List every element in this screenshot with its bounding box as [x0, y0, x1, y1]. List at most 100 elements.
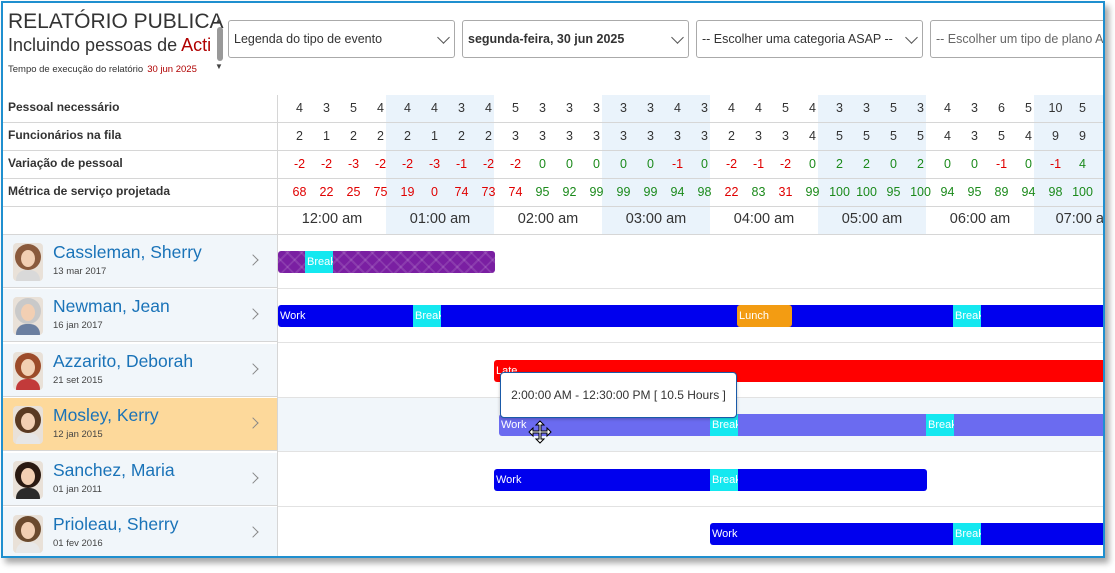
hour-label: 07:00 a [1055, 211, 1104, 227]
metric-label-service: Métrica de serviço projetada [8, 184, 171, 198]
required-cell: 10 [1048, 101, 1063, 115]
queue-cell: 2 [377, 129, 384, 143]
break-event-bar[interactable]: Break [953, 523, 981, 545]
date-value: segunda-feira, 30 jun 2025 [468, 32, 625, 46]
execution-time: Tempo de execução do relatório 30 jun 202… [8, 64, 197, 75]
scroll-up-icon[interactable]: ▲ [215, 15, 223, 24]
lunch-event-bar[interactable]: Lunch [737, 305, 792, 327]
employee-item[interactable]: Newman, Jean 16 jan 2017 [3, 289, 277, 342]
chevron-right-icon[interactable] [247, 472, 259, 484]
employee-item[interactable]: Azzarito, Deborah 21 set 2015 [3, 344, 277, 397]
required-cell: 3 [971, 101, 978, 115]
break-event-bar[interactable]: Break [710, 469, 738, 491]
required-cell: 4 [296, 101, 303, 115]
break-event-bar[interactable]: Break [305, 251, 333, 273]
metric-label-queue: Funcionários na fila [8, 128, 122, 142]
queue-cell: 5 [890, 129, 897, 143]
hour-label: 04:00 am [733, 211, 795, 227]
variance-cell: 0 [566, 157, 573, 171]
queue-cell: 3 [539, 129, 546, 143]
variance-cell: 2 [836, 157, 843, 171]
employee-item[interactable]: Prioleau, Sherry 01 fev 2016 [3, 507, 277, 556]
chevron-right-icon[interactable] [247, 526, 259, 538]
queue-cell: 2 [296, 129, 303, 143]
chevron-right-icon[interactable] [247, 417, 259, 429]
service-cell: 83 [751, 185, 766, 199]
employee-name[interactable]: Azzarito, Deborah [53, 351, 193, 372]
variance-cell: -2 [779, 157, 792, 171]
queue-cell: 5 [863, 129, 870, 143]
variance-cell: -2 [293, 157, 306, 171]
service-cell: 99 [589, 185, 604, 199]
avatar-face [21, 359, 35, 376]
service-cell: 22 [724, 185, 739, 199]
header-scrollbar[interactable]: ▲ ▼ [215, 15, 225, 73]
variance-cell: 0 [944, 157, 951, 171]
break-event-bar[interactable]: Break [413, 305, 441, 327]
avatar-face [21, 522, 35, 539]
service-cell: 98 [1048, 185, 1063, 199]
employee-item[interactable]: Mosley, Kerry 12 jan 2015 [3, 398, 277, 451]
avatar-shirt [16, 324, 40, 335]
event-legend-value: Legenda do tipo de evento [234, 32, 383, 46]
asap-category-dropdown[interactable]: -- Escolher uma categoria ASAP -- [696, 20, 923, 58]
employee-item[interactable]: Sanchez, Maria 01 jan 2011 [3, 453, 277, 506]
employee-name[interactable]: Sanchez, Maria [53, 460, 175, 481]
queue-cell: 3 [647, 129, 654, 143]
required-cell: 4 [755, 101, 762, 115]
employee-name[interactable]: Cassleman, Sherry [53, 242, 202, 263]
queue-cell: 3 [971, 129, 978, 143]
variance-cell: -2 [374, 157, 387, 171]
employee-start-date: 13 mar 2017 [53, 266, 107, 277]
event-legend-dropdown[interactable]: Legenda do tipo de evento [228, 20, 455, 58]
plan-type-value: -- Escolher um tipo de plano ASAP -- [936, 32, 1104, 46]
report-window: RELATÓRIO PUBLICA Incluindo pessoas de A… [1, 1, 1105, 558]
required-cell: 3 [647, 101, 654, 115]
avatar [13, 461, 43, 499]
required-cell: 5 [890, 101, 897, 115]
required-cell: 3 [458, 101, 465, 115]
variance-cell: 2 [917, 157, 924, 171]
scroll-thumb[interactable] [217, 27, 223, 61]
variance-cell: -1 [995, 157, 1008, 171]
service-cell: 74 [454, 185, 469, 199]
execution-date: 30 jun 2025 [147, 64, 197, 75]
queue-cell: 1 [323, 129, 330, 143]
service-cell: 100 [1072, 185, 1093, 199]
queue-cell: 4 [809, 129, 816, 143]
employee-name[interactable]: Prioleau, Sherry [53, 514, 178, 535]
queue-cell: 4 [944, 129, 951, 143]
required-cell: 5 [512, 101, 519, 115]
plan-type-dropdown[interactable]: -- Escolher um tipo de plano ASAP -- [930, 20, 1104, 58]
metric-label-variance: Variação de pessoal [8, 156, 123, 170]
chevron-down-icon [437, 31, 450, 44]
chevron-right-icon[interactable] [247, 308, 259, 320]
variance-cell: 0 [593, 157, 600, 171]
queue-cell: 5 [917, 129, 924, 143]
service-cell: 89 [994, 185, 1009, 199]
variance-cell: 0 [809, 157, 816, 171]
grid-line [3, 206, 1103, 207]
service-cell: 25 [346, 185, 361, 199]
employee-item[interactable]: Cassleman, Sherry 13 mar 2017 [3, 235, 277, 288]
queue-cell: 2 [458, 129, 465, 143]
scroll-down-icon[interactable]: ▼ [215, 62, 223, 71]
hour-label: 03:00 am [625, 211, 687, 227]
break-event-bar[interactable]: Break [926, 414, 954, 436]
employee-name[interactable]: Newman, Jean [53, 296, 170, 317]
chevron-right-icon[interactable] [247, 363, 259, 375]
employee-name[interactable]: Mosley, Kerry [53, 405, 159, 426]
queue-cell: 3 [620, 129, 627, 143]
variance-cell: 0 [620, 157, 627, 171]
chevron-right-icon[interactable] [247, 254, 259, 266]
required-cell: 4 [809, 101, 816, 115]
work-event-bar[interactable]: Work [710, 523, 1103, 545]
required-cell: 4 [944, 101, 951, 115]
variance-cell: 2 [863, 157, 870, 171]
date-dropdown[interactable]: segunda-feira, 30 jun 2025 [462, 20, 689, 58]
service-cell: 31 [778, 185, 793, 199]
required-cell: 3 [863, 101, 870, 115]
break-event-bar[interactable]: Break [953, 305, 981, 327]
avatar [13, 406, 43, 444]
hour-label: 06:00 am [949, 211, 1011, 227]
